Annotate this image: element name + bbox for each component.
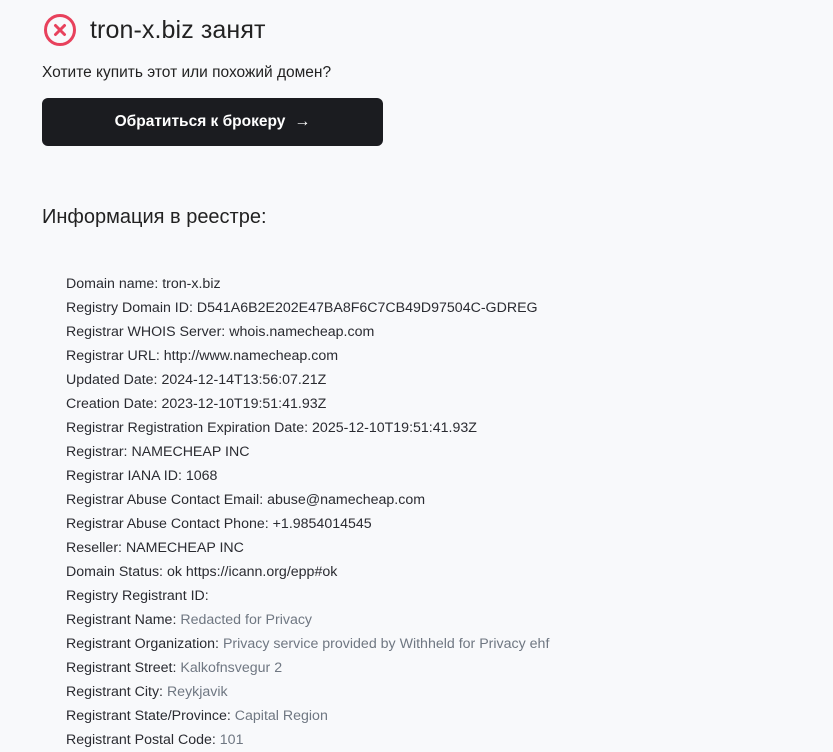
whois-value: Kalkofnsvegur 2 [180, 660, 283, 676]
whois-key: Registry Registrant ID: [66, 588, 209, 604]
whois-row-registrant-postal-code: Registrant Postal Code: 101 [66, 728, 806, 752]
whois-key: Domain Status: [66, 564, 163, 580]
whois-key: Creation Date: [66, 396, 158, 412]
whois-row-registrar: Registrar: NAMECHEAP INC [66, 440, 806, 464]
whois-row-registrant-organization: Registrant Organization: Privacy service… [66, 632, 806, 656]
whois-row-registrar-whois-server: Registrar WHOIS Server: whois.namecheap.… [66, 320, 806, 344]
whois-key: Registrar IANA ID: [66, 468, 182, 484]
whois-key: Registrant Street: [66, 660, 177, 676]
whois-value: 2024-12-14T13:56:07.21Z [161, 372, 327, 388]
whois-key: Registrar WHOIS Server: [66, 324, 226, 340]
whois-key: Reseller: [66, 540, 122, 556]
whois-key: Registrar URL: [66, 348, 160, 364]
whois-key: Registrar Registration Expiration Date: [66, 420, 309, 436]
whois-row-reseller: Reseller: NAMECHEAP INC [66, 536, 806, 560]
whois-value: Reykjavik [166, 684, 228, 700]
whois-row-abuse-email: Registrar Abuse Contact Email: abuse@nam… [66, 488, 806, 512]
whois-value: Privacy service provided by Withheld for… [222, 636, 550, 652]
whois-value: +1.9854014545 [272, 516, 372, 532]
whois-value: NAMECHEAP INC [131, 444, 250, 460]
whois-value: NAMECHEAP INC [125, 540, 244, 556]
whois-row-updated-date: Updated Date: 2024-12-14T13:56:07.21Z [66, 368, 806, 392]
arrow-right-icon: → [294, 113, 311, 130]
whois-value: whois.namecheap.com [229, 324, 375, 340]
status-header: tron-x.biz занят [42, 12, 266, 48]
buy-question: Хотите купить этот или похожий домен? [42, 64, 332, 81]
whois-key: Registrar: [66, 444, 128, 460]
whois-value: ok https://icann.org/epp#ok [166, 564, 338, 580]
whois-record: Domain name: tron-x.biz Registry Domain … [66, 272, 806, 752]
whois-value: 101 [219, 732, 244, 748]
whois-value: 2025-12-10T19:51:41.93Z [312, 420, 477, 436]
whois-key: Registry Domain ID: [66, 300, 193, 316]
whois-key: Registrar Abuse Contact Phone: [66, 516, 269, 532]
whois-row-registrant-street: Registrant Street: Kalkofnsvegur 2 [66, 656, 806, 680]
whois-row-abuse-phone: Registrar Abuse Contact Phone: +1.985401… [66, 512, 806, 536]
whois-row-registrar-iana-id: Registrar IANA ID: 1068 [66, 464, 806, 488]
contact-broker-button[interactable]: Обратиться к брокеру → [42, 98, 383, 146]
whois-value: 2023-12-10T19:51:41.93Z [161, 396, 327, 412]
whois-value: http://www.namecheap.com [163, 348, 339, 364]
whois-row-domain-name: Domain name: tron-x.biz [66, 272, 806, 296]
whois-value: D541A6B2E202E47BA8F6C7CB49D97504C-GDREG [196, 300, 538, 316]
whois-row-registrant-city: Registrant City: Reykjavik [66, 680, 806, 704]
whois-value: tron-x.biz [162, 276, 221, 292]
whois-row-registrar-url: Registrar URL: http://www.namecheap.com [66, 344, 806, 368]
whois-key: Updated Date: [66, 372, 158, 388]
whois-key: Registrant Name: [66, 612, 177, 628]
whois-value: abuse@namecheap.com [267, 492, 426, 508]
registry-info-title: Информация в реестре: [42, 206, 267, 228]
whois-row-registry-domain-id: Registry Domain ID: D541A6B2E202E47BA8F6… [66, 296, 806, 320]
broker-button-label: Обратиться к брокеру [114, 113, 286, 130]
domain-status-title: tron-x.biz занят [90, 15, 266, 44]
whois-key: Domain name: [66, 276, 159, 292]
whois-row-creation-date: Creation Date: 2023-12-10T19:51:41.93Z [66, 392, 806, 416]
whois-key: Registrant Organization: [66, 636, 219, 652]
whois-value: Capital Region [234, 708, 328, 724]
whois-row-expiration-date: Registrar Registration Expiration Date: … [66, 416, 806, 440]
whois-row-registrant-state: Registrant State/Province: Capital Regio… [66, 704, 806, 728]
whois-row-domain-status: Domain Status: ok https://icann.org/epp#… [66, 560, 806, 584]
whois-key: Registrant State/Province: [66, 708, 231, 724]
whois-value: 1068 [185, 468, 218, 484]
whois-key: Registrant City: [66, 684, 163, 700]
whois-value: Redacted for Privacy [180, 612, 313, 628]
whois-key: Registrar Abuse Contact Email: [66, 492, 264, 508]
x-circle-icon [42, 12, 78, 48]
whois-row-registrant-name: Registrant Name: Redacted for Privacy [66, 608, 806, 632]
whois-key: Registrant Postal Code: [66, 732, 216, 748]
whois-row-registrant-id: Registry Registrant ID: [66, 584, 806, 608]
